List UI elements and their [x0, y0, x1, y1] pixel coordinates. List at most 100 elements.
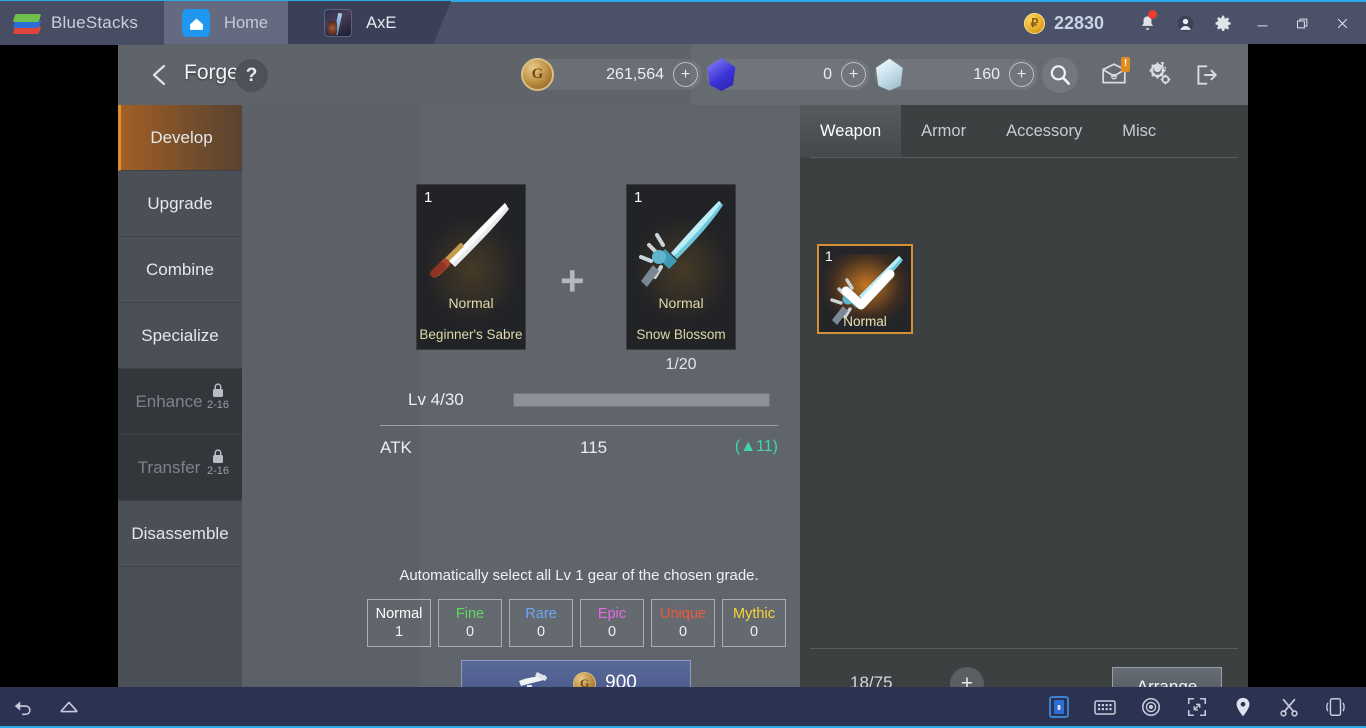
window-close-button[interactable] — [1322, 1, 1362, 45]
develop-panel: 1 Normal Beginner's Sabre + 1 Normal Sno… — [242, 105, 800, 687]
arrange-button[interactable]: Arrange — [1112, 667, 1222, 687]
grade-button-mythic[interactable]: Mythic 0 — [722, 599, 786, 647]
level-progress-bar — [513, 393, 770, 407]
stat-increase: (▲11) — [734, 438, 778, 455]
exit-icon[interactable] — [1188, 57, 1224, 93]
sidebar-item-disassemble[interactable]: Disassemble — [118, 501, 242, 567]
material-item-grade: Normal — [658, 295, 704, 311]
help-button[interactable]: ? — [235, 59, 268, 92]
settings-gear-icon[interactable] — [1204, 1, 1242, 45]
sidebar-item-develop[interactable]: Develop — [118, 105, 242, 171]
tab-axe-label: AxE — [366, 13, 397, 32]
grade-count: 0 — [678, 623, 688, 640]
diamond-add-button[interactable]: + — [841, 62, 866, 87]
bluestacks-points-icon: ₽ — [1023, 12, 1045, 34]
crystal-value: 160 — [973, 65, 1000, 83]
tab-home[interactable]: Home — [146, 1, 324, 45]
bluestacks-bottom-toolbar — [0, 687, 1366, 728]
gold-add-button[interactable]: + — [673, 62, 698, 87]
window-restore-button[interactable] — [1282, 1, 1322, 45]
sidebar-item-enhance[interactable]: Enhance 2-16 — [118, 369, 242, 435]
inventory-expand-button[interactable]: + — [950, 667, 984, 687]
inventory-capacity: 18/75 — [850, 673, 893, 687]
diamond-value: 0 — [823, 65, 832, 83]
base-item-name: Beginner's Sabre — [419, 327, 523, 342]
stats-divider — [380, 425, 778, 426]
tab-label: Misc — [1122, 121, 1157, 140]
android-home-icon[interactable] — [46, 686, 92, 727]
anvil-hammer-icon — [519, 672, 548, 687]
user-account-icon[interactable] — [1166, 1, 1204, 45]
toolbar-right-group — [1036, 686, 1366, 727]
keyboard-icon[interactable] — [1082, 686, 1128, 727]
white-crystal-icon — [875, 58, 903, 91]
inventory-footer-divider — [810, 648, 1238, 649]
tab-accessory[interactable]: Accessory — [986, 105, 1102, 157]
currency-gold: G 261,564 + — [521, 58, 702, 91]
tab-misc[interactable]: Misc — [1102, 105, 1176, 157]
lock-level-label: 2-16 — [206, 465, 230, 477]
lock-icon — [213, 449, 223, 463]
grade-filter-row: Normal 1 Fine 0 Rare 0 Epic 0 Unique 0 M… — [367, 599, 787, 647]
gold-value: 261,564 — [606, 65, 664, 83]
search-icon[interactable] — [1042, 57, 1078, 93]
crystal-add-button[interactable]: + — [1009, 62, 1034, 87]
base-item-grade: Normal — [448, 295, 494, 311]
stat-row-atk: ATK 115 (▲11) — [380, 438, 778, 464]
grade-button-normal[interactable]: Normal 1 — [367, 599, 431, 647]
grade-count: 1 — [394, 623, 404, 640]
titlebar-right-controls: ₽ 22830 — [1023, 1, 1366, 45]
fullscreen-icon[interactable] — [1174, 686, 1220, 727]
lock-icon — [213, 383, 223, 397]
grade-label: Unique — [660, 605, 706, 622]
grade-button-epic[interactable]: Epic 0 — [580, 599, 644, 647]
base-item-card[interactable]: 1 Normal Beginner's Sabre — [416, 184, 526, 350]
bluestacks-points[interactable]: ₽ 22830 — [1023, 12, 1104, 34]
window-minimize-button[interactable] — [1242, 1, 1282, 45]
material-item-card[interactable]: 1 Normal Snow Blossom — [626, 184, 736, 350]
game-header: Forge ? G 261,564 + 0 + 160 + ! — [118, 44, 1248, 105]
game-area: Forge ? G 261,564 + 0 + 160 + ! Develop … — [0, 44, 1366, 687]
grade-button-rare[interactable]: Rare 0 — [509, 599, 573, 647]
sidebar-item-combine[interactable]: Combine — [118, 237, 242, 303]
stat-label: ATK — [380, 438, 412, 457]
sidebar-item-upgrade[interactable]: Upgrade — [118, 171, 242, 237]
grade-label: Fine — [455, 605, 485, 622]
tab-armor[interactable]: Armor — [901, 105, 986, 157]
level-progress-row: Lv 4/30 — [408, 388, 778, 412]
tab-weapon[interactable]: Weapon — [800, 105, 902, 157]
blue-gem-icon — [707, 58, 736, 91]
bluestacks-brand: BlueStacks — [0, 1, 165, 45]
plus-separator: + — [560, 257, 585, 304]
rotate-portrait-icon[interactable] — [1036, 686, 1082, 727]
beginners-sabre-icon — [430, 203, 509, 278]
grade-count: 0 — [536, 623, 546, 640]
settings-icon[interactable] — [1142, 57, 1178, 93]
mail-icon[interactable]: ! — [1096, 57, 1132, 93]
tab-axe[interactable]: AxE — [288, 1, 452, 45]
grade-button-fine[interactable]: Fine 0 — [438, 599, 502, 647]
inventory-item-slot[interactable]: 1 Normal — [817, 244, 913, 334]
mail-badge: ! — [1121, 57, 1130, 72]
grade-button-unique[interactable]: Unique 0 — [651, 599, 715, 647]
notification-bell-icon[interactable] — [1128, 1, 1166, 45]
location-pin-icon[interactable] — [1220, 686, 1266, 727]
tab-home-label: Home — [224, 13, 269, 32]
eye-macro-icon[interactable] — [1128, 686, 1174, 727]
lock-indicator: 2-16 — [204, 382, 232, 411]
shake-device-icon[interactable] — [1312, 686, 1358, 727]
back-chevron-icon[interactable] — [142, 58, 176, 92]
auto-select-note: Automatically select all Lv 1 gear of th… — [399, 567, 759, 584]
sidebar-item-transfer[interactable]: Transfer 2-16 — [118, 435, 242, 501]
snow-blossom-icon — [639, 201, 723, 287]
tabs-divider — [810, 157, 1238, 158]
forge-button[interactable]: G 900 — [461, 660, 691, 687]
scissors-screenshot-icon[interactable] — [1266, 686, 1312, 727]
page-title: Forge — [184, 61, 239, 84]
sidebar-item-specialize[interactable]: Specialize — [118, 303, 242, 369]
inventory-panel: Weapon Armor Accessory Misc 1 Normal 18/… — [800, 105, 1248, 687]
android-back-icon[interactable] — [0, 686, 46, 727]
bluestacks-brand-label: BlueStacks — [51, 13, 139, 32]
inventory-item-level: 1 — [825, 248, 833, 264]
grade-count: 0 — [607, 623, 617, 640]
